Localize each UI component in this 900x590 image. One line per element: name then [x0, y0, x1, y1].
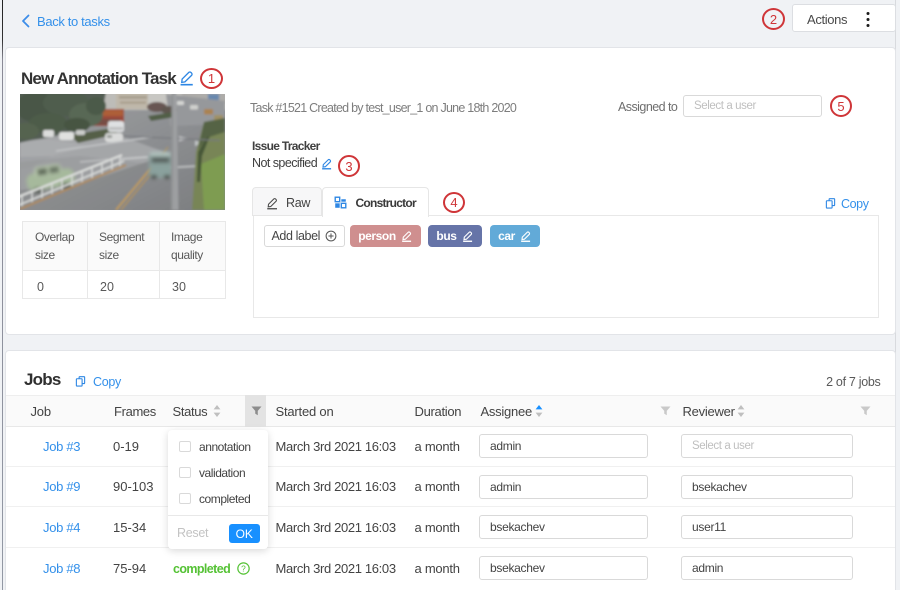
svg-text:?: ?	[241, 563, 246, 573]
